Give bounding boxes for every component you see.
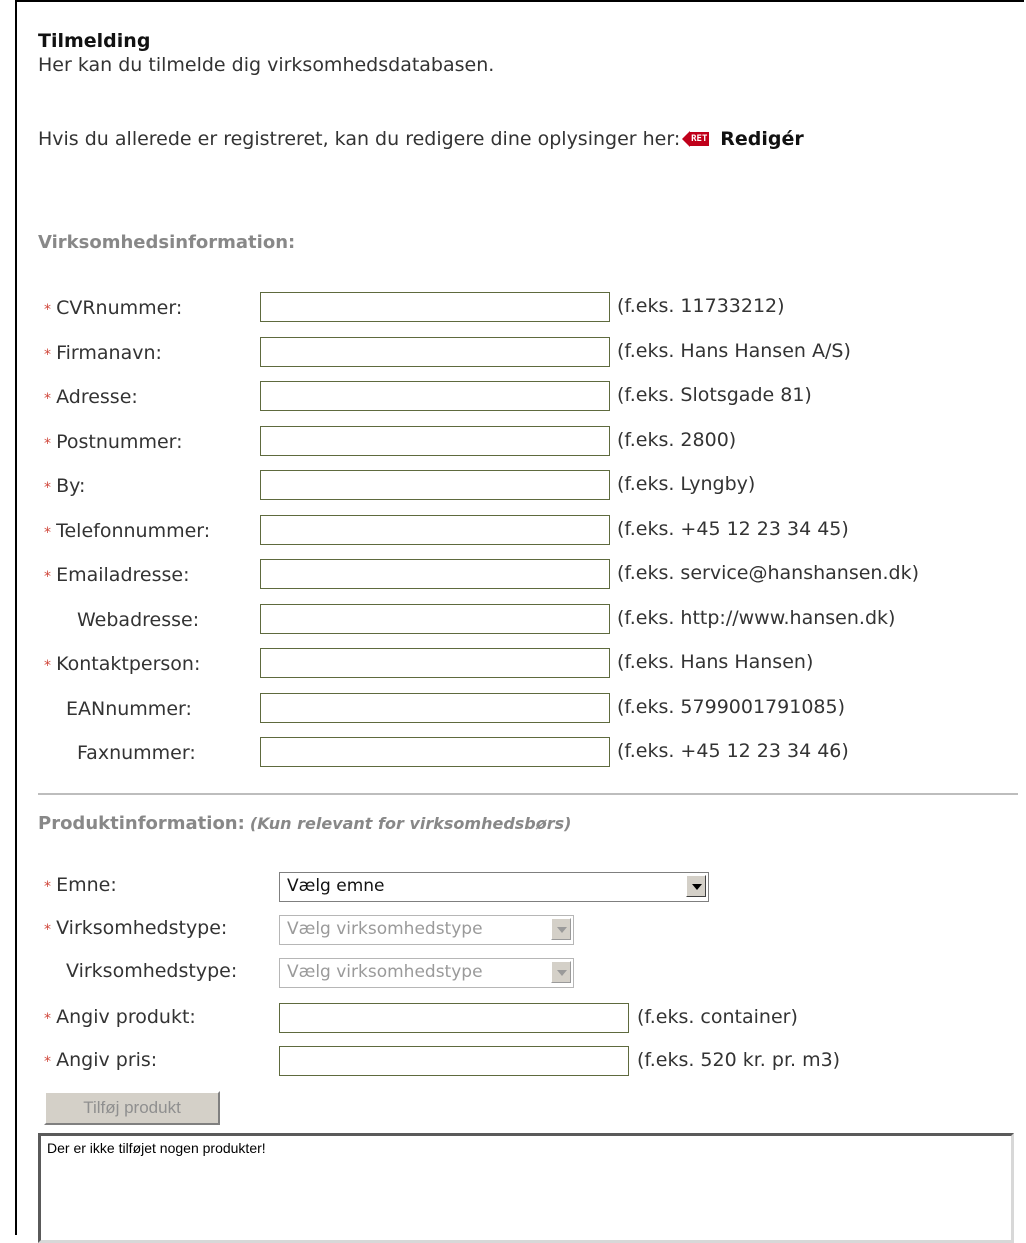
chevron-down-icon[interactable] — [551, 961, 571, 983]
company-field-example: (f.eks. +45 12 23 34 46) — [617, 740, 849, 762]
product-list[interactable]: Der er ikke tilføjet nogen produkter! — [38, 1133, 1014, 1243]
type1-select-value: Vælg virksomhedstype — [287, 919, 483, 939]
ret-icon-text: RET — [689, 132, 710, 146]
company-field-input[interactable] — [260, 604, 610, 634]
subject-label: Emne: — [56, 874, 117, 896]
product-example: (f.eks. container) — [637, 1006, 798, 1028]
type2-select[interactable]: Vælg virksomhedstype — [279, 958, 574, 988]
product-list-empty-text: Der er ikke tilføjet nogen produkter! — [47, 1140, 266, 1156]
company-field-example: (f.eks. http://www.hansen.dk) — [617, 607, 896, 629]
company-field-label-row: * Kontaktperson: — [44, 653, 200, 675]
product-section-note: (Kun relevant for virksomhedsbørs) — [249, 814, 572, 833]
ret-arrow-icon[interactable]: RET — [682, 131, 710, 147]
subject-label-row: * Emne: — [44, 874, 117, 896]
company-field-label: CVRnummer: — [56, 297, 183, 319]
type1-label: Virksomhedstype: — [56, 917, 228, 939]
company-field-label-row: * Postnummer: — [44, 431, 183, 453]
company-field-label: Faxnummer: — [77, 742, 196, 764]
required-mark: * — [44, 525, 51, 541]
subject-select[interactable]: Vælg emne — [279, 872, 709, 902]
company-field-label: Postnummer: — [56, 431, 183, 453]
edit-link[interactable]: Redigér — [720, 128, 804, 150]
page-title: Tilmelding — [38, 30, 151, 52]
company-field-label-row: * Emailadresse: — [44, 564, 189, 586]
company-field-input[interactable] — [260, 559, 610, 589]
required-mark: * — [44, 391, 51, 407]
company-field-input[interactable] — [260, 292, 610, 322]
price-input[interactable] — [279, 1046, 629, 1076]
company-field-label-row: * By: — [44, 475, 85, 497]
required-mark: * — [44, 347, 51, 363]
company-field-label: By: — [56, 475, 86, 497]
type2-label-row: Virksomhedstype: — [66, 960, 237, 982]
edit-prompt: Hvis du allerede er registreret, kan du … — [38, 128, 681, 150]
required-mark: * — [44, 569, 51, 585]
price-label-row: * Angiv pris: — [44, 1049, 157, 1071]
company-field-label: EANnummer: — [66, 698, 192, 720]
company-field-input[interactable] — [260, 381, 610, 411]
company-field-example: (f.eks. Hans Hansen A/S) — [617, 340, 851, 362]
company-field-label-row: * Firmanavn: — [44, 342, 162, 364]
company-field-label-row: Faxnummer: — [77, 742, 196, 764]
company-field-input[interactable] — [260, 737, 610, 767]
price-label: Angiv pris: — [56, 1049, 158, 1071]
type1-label-row: * Virksomhedstype: — [44, 917, 227, 939]
company-field-example: (f.eks. 11733212) — [617, 295, 785, 317]
intro-text: Her kan du tilmelde dig virksomhedsdatab… — [38, 54, 495, 76]
required-mark: * — [44, 879, 51, 895]
type2-label: Virksomhedstype: — [66, 960, 238, 982]
company-field-label-row: EANnummer: — [66, 698, 192, 720]
product-label: Angiv produkt: — [56, 1006, 196, 1028]
subject-select-value: Vælg emne — [287, 876, 385, 896]
company-field-example: (f.eks. 5799001791085) — [617, 696, 845, 718]
company-field-input[interactable] — [260, 648, 610, 678]
company-field-label: Telefonnummer: — [56, 520, 211, 542]
company-field-label-row: * Telefonnummer: — [44, 520, 210, 542]
company-field-input[interactable] — [260, 337, 610, 367]
required-mark: * — [44, 480, 51, 496]
required-mark: * — [44, 302, 51, 318]
company-field-label-row: * CVRnummer: — [44, 297, 182, 319]
required-mark: * — [44, 436, 51, 452]
product-section-title: Produktinformation: — [38, 813, 245, 834]
company-field-input[interactable] — [260, 470, 610, 500]
section-divider — [38, 793, 1018, 795]
company-field-label-row: Webadresse: — [77, 609, 199, 631]
required-mark: * — [44, 658, 51, 674]
price-example: (f.eks. 520 kr. pr. m3) — [637, 1049, 841, 1071]
company-section-title: Virksomhedsinformation: — [38, 232, 296, 253]
company-field-input[interactable] — [260, 693, 610, 723]
company-field-example: (f.eks. 2800) — [617, 429, 737, 451]
company-field-example: (f.eks. +45 12 23 34 45) — [617, 518, 849, 540]
required-mark: * — [44, 1054, 51, 1070]
company-field-label: Emailadresse: — [56, 564, 190, 586]
required-mark: * — [44, 922, 51, 938]
chevron-down-icon[interactable] — [686, 875, 706, 897]
company-field-input[interactable] — [260, 426, 610, 456]
chevron-down-icon[interactable] — [551, 918, 571, 940]
type2-select-value: Vælg virksomhedstype — [287, 962, 483, 982]
company-field-label: Webadresse: — [77, 609, 200, 631]
type1-select[interactable]: Vælg virksomhedstype — [279, 915, 574, 945]
company-field-input[interactable] — [260, 515, 610, 545]
company-field-label-row: * Adresse: — [44, 386, 138, 408]
add-product-button[interactable]: Tilføj produkt — [44, 1091, 220, 1125]
product-input[interactable] — [279, 1003, 629, 1033]
required-mark: * — [44, 1011, 51, 1027]
product-section-header: Produktinformation: (Kun relevant for vi… — [38, 813, 571, 834]
company-field-example: (f.eks. service@hanshansen.dk) — [617, 562, 919, 584]
company-field-example: (f.eks. Slotsgade 81) — [617, 384, 812, 406]
edit-line: Hvis du allerede er registreret, kan du … — [38, 128, 804, 150]
company-field-label: Firmanavn: — [56, 342, 162, 364]
company-field-label: Adresse: — [56, 386, 138, 408]
company-field-example: (f.eks. Hans Hansen) — [617, 651, 814, 673]
company-field-label: Kontaktperson: — [56, 653, 201, 675]
company-field-example: (f.eks. Lyngby) — [617, 473, 756, 495]
product-label-row: * Angiv produkt: — [44, 1006, 196, 1028]
